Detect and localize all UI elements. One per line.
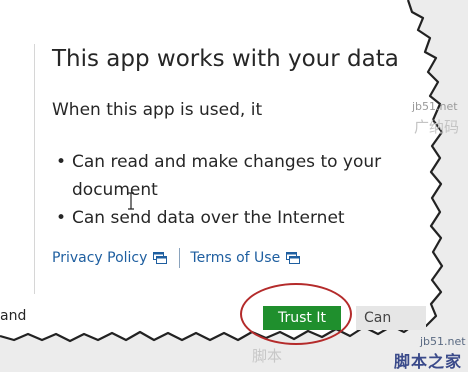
i-beam-cursor-icon xyxy=(128,192,134,210)
bullet-icon: • xyxy=(56,208,67,228)
external-link-icon xyxy=(153,252,168,264)
permission-item-read-write: • Can read and make changes to your xyxy=(56,148,381,176)
dialog-title: This app works with your data xyxy=(52,46,399,72)
permission-item-read-write-cont: document xyxy=(56,176,376,204)
terms-of-use-link[interactable]: Terms of Use xyxy=(190,250,301,266)
trust-it-button[interactable]: Trust It xyxy=(263,306,341,330)
policy-links: Privacy Policy Terms of Use xyxy=(52,246,301,270)
external-link-icon xyxy=(286,252,301,264)
terms-of-use-label: Terms of Use xyxy=(190,250,281,266)
permission-text: Can send data over the Internet xyxy=(72,208,345,228)
links-separator xyxy=(179,248,181,268)
privacy-policy-link[interactable]: Privacy Policy xyxy=(52,250,168,266)
watermark-site-bottom: jb51.net xyxy=(420,335,466,348)
permission-item-internet: • Can send data over the Internet xyxy=(56,204,376,232)
permission-text: document xyxy=(72,180,158,200)
watermark-chars-bottom: 脚本之家 xyxy=(394,352,463,371)
cancel-button[interactable]: Can xyxy=(356,306,426,330)
bullet-icon: • xyxy=(56,152,67,172)
privacy-policy-label: Privacy Policy xyxy=(52,250,148,266)
permission-text: Can read and make changes to your xyxy=(72,152,382,172)
dialog-subtitle: When this app is used, it xyxy=(52,100,263,120)
watermark-brand-bottom: 脚本 xyxy=(252,347,283,365)
partial-left-text: and xyxy=(0,308,27,324)
dialog-left-border xyxy=(34,44,35,294)
watermark-site-top: jb51.net xyxy=(412,100,458,113)
watermark-faint-top: 广纳码 xyxy=(414,118,460,136)
permissions-list: • Can read and make changes to your docu… xyxy=(56,148,381,232)
